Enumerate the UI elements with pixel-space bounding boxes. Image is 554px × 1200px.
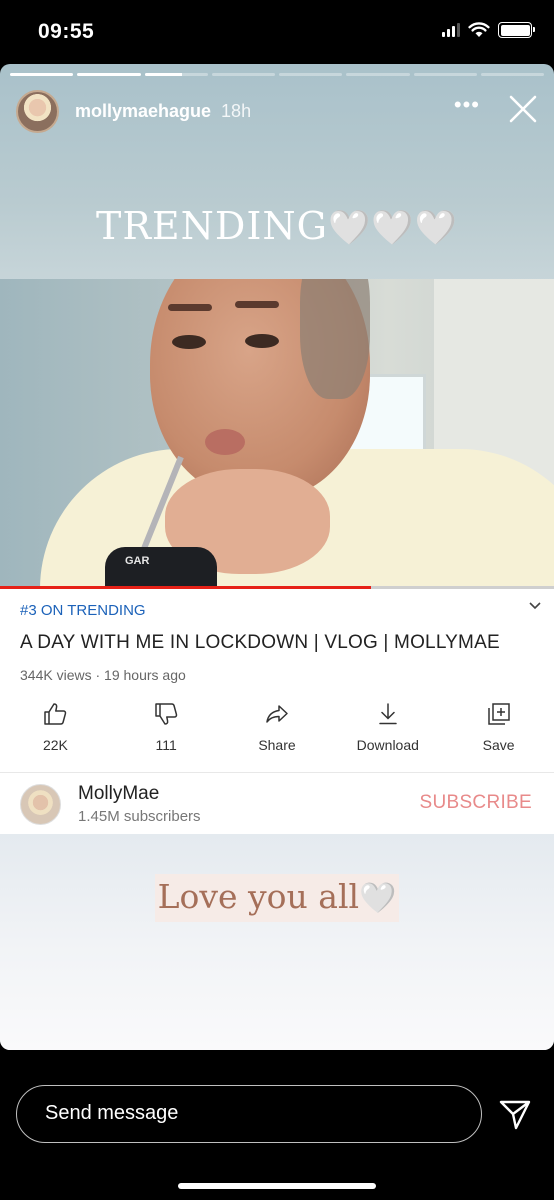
thumbs-down-icon [155, 703, 178, 725]
share-label: Share [258, 737, 296, 753]
white-heart-icon: 🤍🤍🤍 [328, 208, 459, 248]
like-button[interactable]: 22K [0, 701, 111, 753]
eye [172, 335, 206, 349]
share-button[interactable]: Share [222, 701, 333, 753]
thumbs-up-icon [44, 703, 67, 725]
youtube-info-panel: #3 ON TRENDING A DAY WITH ME IN LOCKDOWN… [0, 589, 554, 834]
story-progress-segment [211, 73, 275, 76]
wifi-icon [468, 22, 490, 37]
story-card[interactable]: mollymaehague 18h ••• TRENDING🤍🤍🤍 GAR #3… [0, 64, 554, 1050]
caption-text: Love you all [157, 877, 360, 916]
story-posted-ago: 18h [221, 100, 252, 121]
drink-can: GAR [105, 547, 217, 589]
download-button[interactable]: Download [332, 701, 443, 753]
add-to-playlist-icon [487, 703, 510, 725]
eyebrow [235, 301, 279, 308]
story-username[interactable]: mollymaehague [75, 101, 211, 122]
video-title[interactable]: A DAY WITH ME IN LOCKDOWN | VLOG | MOLLY… [20, 632, 500, 654]
channel-name[interactable]: MollyMae [78, 783, 159, 805]
story-progress-segment [346, 73, 410, 76]
video-actions: 22K 111 Share Download Save [0, 701, 554, 753]
trending-badge[interactable]: #3 ON TRENDING [20, 602, 146, 619]
video-meta: 344K views · 19 hours ago [20, 667, 186, 683]
dislike-button[interactable]: 111 [111, 701, 222, 753]
status-icons [442, 22, 535, 38]
channel-subscribers: 1.45M subscribers [78, 808, 201, 825]
subscribe-button[interactable]: SUBSCRIBE [419, 792, 532, 814]
like-count: 22K [42, 737, 68, 753]
channel-avatar[interactable] [20, 784, 61, 825]
download-label: Download [356, 737, 419, 753]
chevron-down-icon[interactable] [528, 601, 542, 611]
download-icon [379, 703, 397, 725]
share-arrow-icon [266, 705, 288, 723]
story-header: mollymaehague 18h ••• [16, 88, 538, 134]
story-lower-area: Love you all🤍 [0, 834, 554, 1050]
story-progress-segment [413, 73, 477, 76]
home-indicator [178, 1183, 376, 1189]
eyebrow [168, 304, 212, 311]
lips [205, 429, 245, 455]
save-label: Save [482, 737, 515, 753]
story-progress-segment [144, 73, 208, 76]
story-progress-bar [10, 73, 544, 76]
cellular-signal-icon [442, 23, 460, 37]
status-time: 09:55 [38, 20, 95, 43]
channel-row: MollyMae 1.45M subscribers SUBSCRIBE [0, 773, 554, 834]
profile-avatar[interactable] [16, 89, 59, 133]
close-icon[interactable] [508, 94, 538, 124]
story-caption-trending: TRENDING🤍🤍🤍 [0, 204, 554, 248]
can-label: GAR [125, 555, 150, 567]
eye [245, 334, 279, 348]
battery-icon [498, 22, 535, 38]
send-message-input[interactable]: Send message [16, 1085, 482, 1143]
status-bar: 09:55 [0, 0, 554, 64]
white-heart-icon: 🤍 [359, 881, 397, 916]
hair [300, 279, 370, 399]
story-progress-segment [480, 73, 544, 76]
caption-text: TRENDING [95, 204, 328, 248]
story-progress-segment [279, 73, 343, 76]
dislike-count: 111 [155, 737, 177, 753]
story-progress-segment [77, 73, 141, 76]
story-caption-love: Love you all🤍 [155, 874, 399, 922]
story-progress-segment [10, 73, 74, 76]
video-thumbnail[interactable]: GAR [0, 279, 554, 589]
save-button[interactable]: Save [443, 701, 554, 753]
send-paper-plane-icon[interactable] [498, 1097, 532, 1131]
more-dots-icon[interactable]: ••• [454, 94, 480, 116]
